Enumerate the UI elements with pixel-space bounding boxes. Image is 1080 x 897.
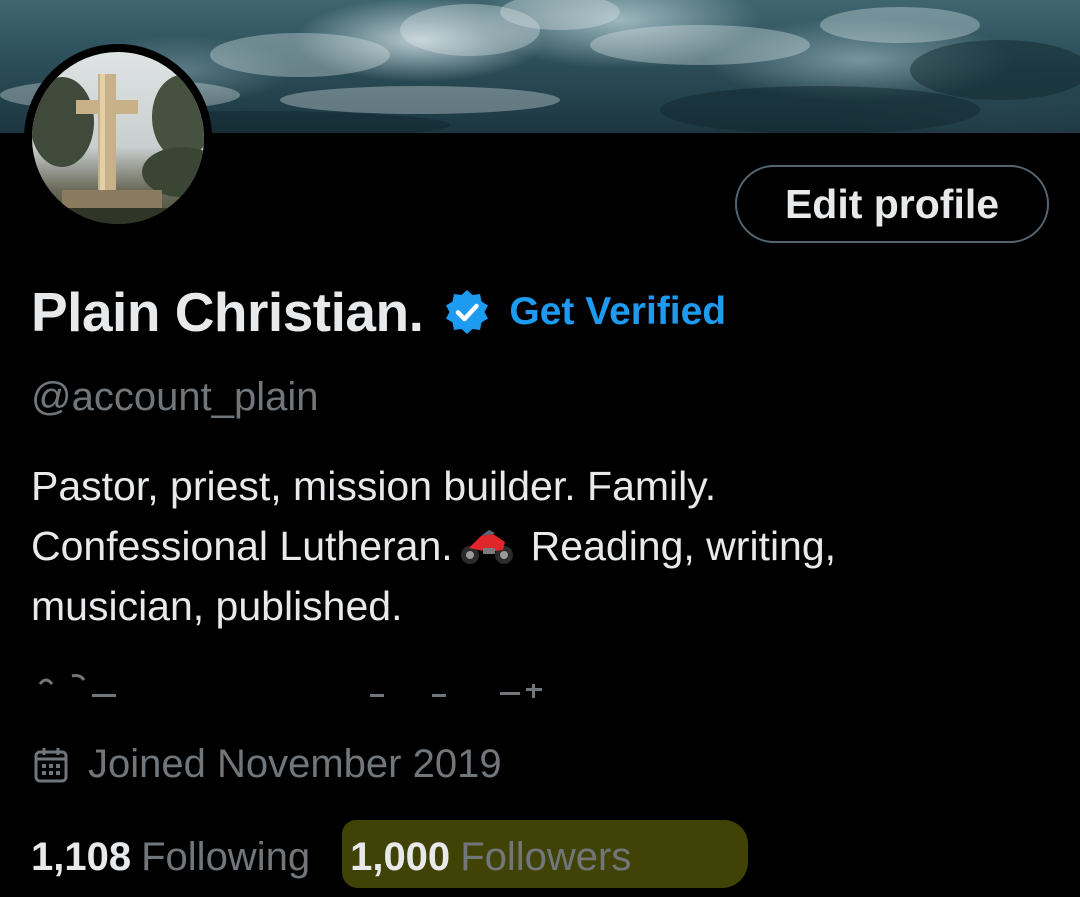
avatar-photo — [32, 52, 204, 224]
redacted-text-remnants — [38, 674, 542, 698]
joined-date-text: Joined November 2019 — [88, 742, 502, 786]
cross-image — [32, 74, 204, 224]
calendar-icon — [34, 747, 68, 782]
profile-name-row: Plain Christian. Get Verified — [31, 276, 726, 348]
followers-label: Followers — [460, 834, 632, 879]
redacted-location-link — [32, 664, 552, 704]
get-verified-link[interactable]: Get Verified — [509, 290, 726, 334]
following-link[interactable]: 1,108 Following — [31, 835, 310, 880]
bio-text: Reading, writing, — [530, 523, 837, 569]
profile-handle: @account_plain — [31, 375, 319, 419]
verified-badge-icon[interactable] — [443, 288, 491, 336]
bio-line: musician, published. — [31, 583, 403, 629]
following-count: 1,108 — [31, 834, 132, 879]
profile-page: Edit profile Plain Christian. Get Verifi… — [0, 0, 1080, 897]
profile-bio: Pastor, priest, mission builder. Family.… — [31, 456, 1041, 636]
follow-stats-row: 1,108 Following 1,000 Followers — [31, 825, 631, 889]
bio-line: Confessional Lutheran. Reading, writing, — [31, 516, 1041, 576]
motorcycle-icon — [460, 530, 513, 564]
profile-avatar[interactable] — [24, 44, 212, 232]
joined-date-row: Joined November 2019 — [34, 742, 502, 787]
display-name: Plain Christian. — [31, 281, 424, 343]
edit-profile-button[interactable]: Edit profile — [735, 165, 1049, 243]
followers-count: 1,000 — [350, 834, 451, 879]
bio-line: Pastor, priest, mission builder. Family. — [31, 463, 717, 509]
following-label: Following — [141, 834, 311, 879]
followers-link[interactable]: 1,000 Followers — [350, 835, 631, 880]
bio-text: Confessional Lutheran. — [31, 523, 453, 569]
